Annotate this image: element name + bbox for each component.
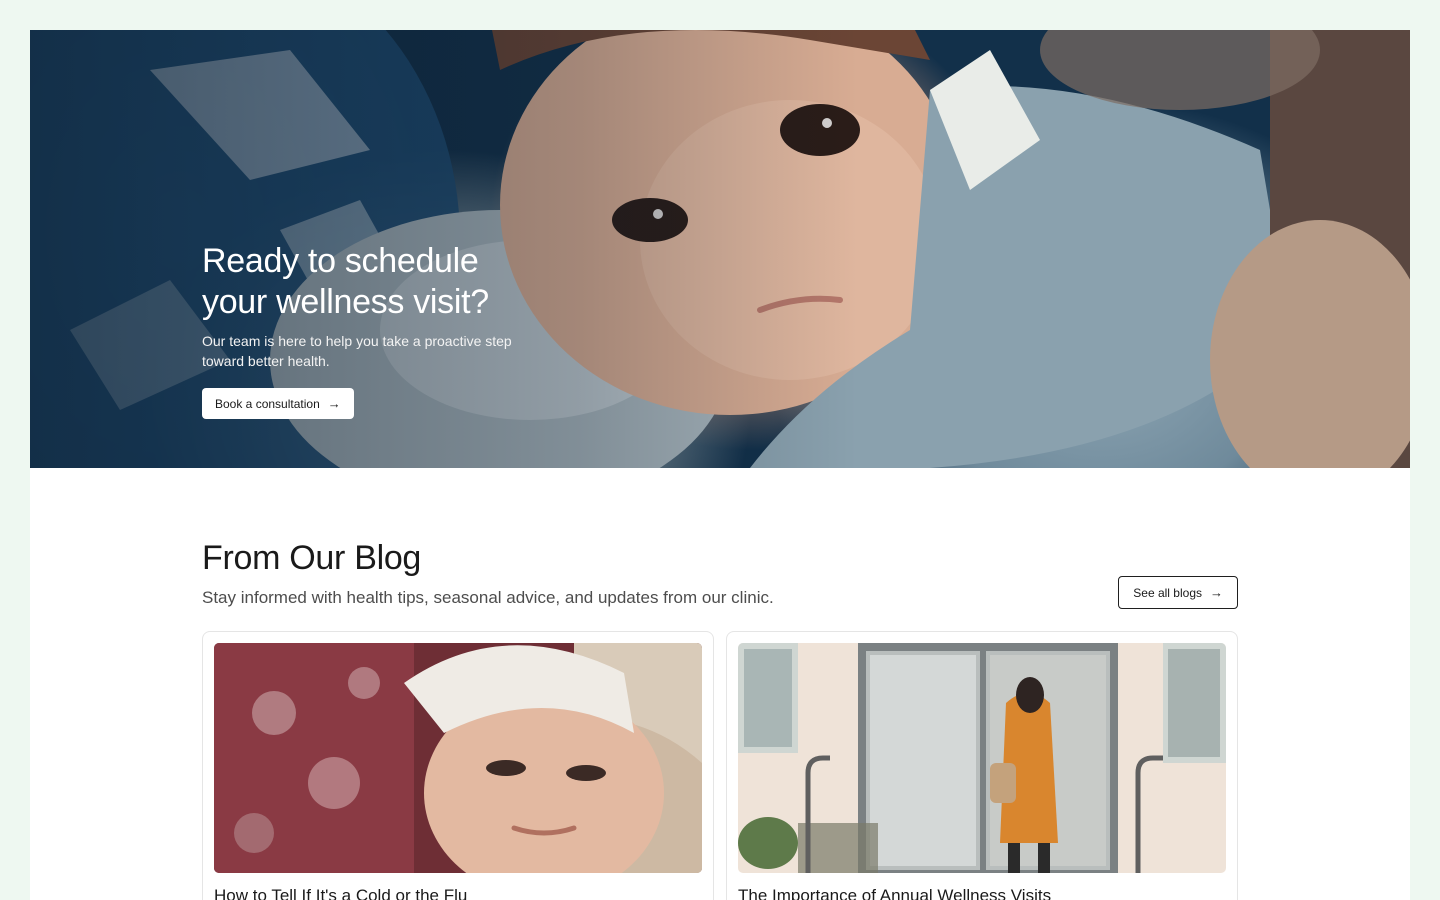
- hero-subtitle: Our team is here to help you take a proa…: [202, 333, 512, 369]
- hero-title-line2: your wellness visit?: [202, 283, 489, 321]
- see-all-blogs-button[interactable]: See all blogs →: [1118, 576, 1238, 609]
- page-frame: Ready to schedule your wellness visit? O…: [30, 30, 1410, 900]
- blog-card-annual-wellness[interactable]: The Importance of Annual Wellness Visits: [726, 631, 1238, 900]
- hero-banner: Ready to schedule your wellness visit? O…: [30, 30, 1410, 468]
- hero-title: Ready to schedule your wellness visit?: [202, 241, 542, 323]
- see-all-blogs-label: See all blogs: [1133, 585, 1202, 600]
- clinic-entrance-photo: [738, 643, 1226, 873]
- hero-content: Ready to schedule your wellness visit? O…: [202, 241, 562, 419]
- blog-subtitle: Stay informed with health tips, seasonal…: [202, 588, 774, 607]
- blog-title: From Our Blog: [202, 539, 422, 577]
- blog-card-image-sick-woman: [214, 643, 702, 873]
- blog-card-image-clinic-entrance: [738, 643, 1226, 873]
- arrow-right-icon: →: [327, 396, 341, 411]
- blog-section: From Our Blog Stay informed with health …: [202, 536, 1238, 900]
- hero-title-line1: Ready to schedule: [202, 242, 479, 280]
- blog-card-cold-or-flu[interactable]: How to Tell If It's a Cold or the Flu: [202, 631, 714, 900]
- blog-card-title: The Importance of Annual Wellness Visits: [738, 886, 1052, 900]
- blog-card-title: How to Tell If It's a Cold or the Flu: [214, 886, 468, 900]
- arrow-right-icon: →: [1210, 585, 1223, 600]
- sick-woman-photo: [214, 643, 702, 873]
- blog-cards: How to Tell If It's a Cold or the Flu Th…: [202, 631, 1238, 900]
- book-consultation-label: Book a consultation: [215, 396, 320, 411]
- book-consultation-button[interactable]: Book a consultation →: [202, 388, 354, 419]
